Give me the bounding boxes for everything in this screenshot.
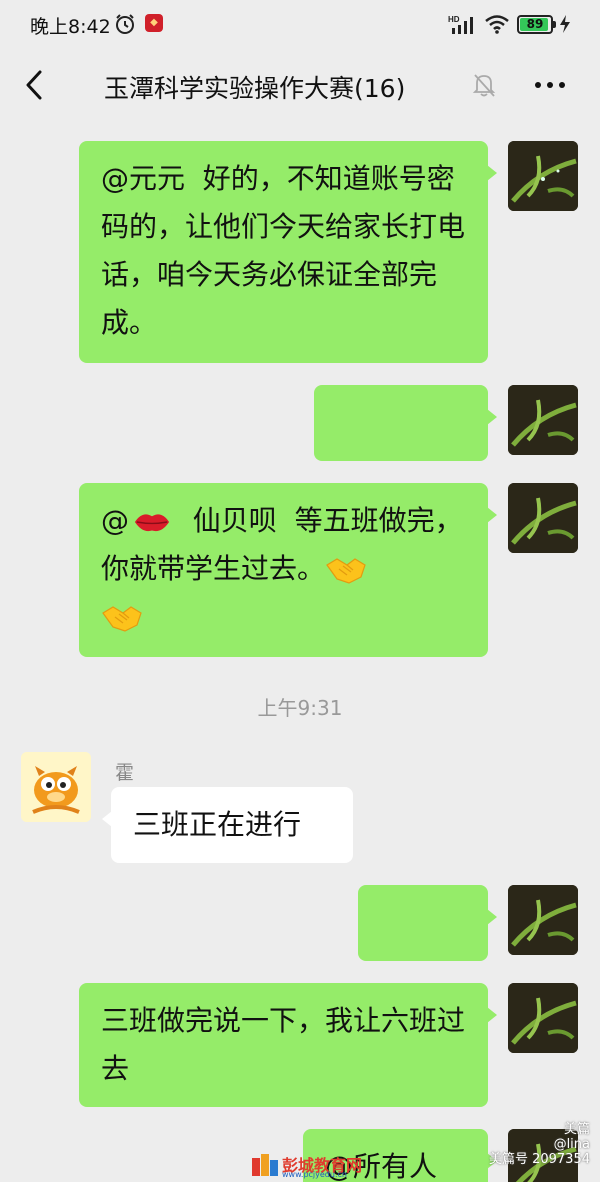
watermark-line: 美篇号 2097354 <box>488 1152 590 1167</box>
message-bubble[interactable] <box>358 885 497 1040</box>
status-time: 晚上8:42 <box>30 16 111 38</box>
charging-icon <box>560 15 570 33</box>
chat-title: 玉潭科学实验操作大赛(16) <box>104 74 406 103</box>
watermark-line: 美篇 <box>563 1122 590 1137</box>
back-button[interactable] <box>18 68 52 102</box>
message-bubble[interactable]: @ 仙贝呗 等五班做完，你就带学生过去。 <box>79 483 497 657</box>
battery-cap <box>553 21 556 28</box>
message-text: @ <box>101 504 129 537</box>
time-divider: 上午9:31 <box>257 696 343 720</box>
battery-indicator: 89 <box>517 15 553 34</box>
chat-header: 玉潭科学实验操作大赛(16) <box>0 50 600 122</box>
bell-off-icon <box>472 74 496 97</box>
watermark-url: www.pcjyedu.cn <box>282 1170 347 1179</box>
self-avatar[interactable] <box>508 983 578 1053</box>
message-bubble[interactable]: 三班正在进行 <box>102 787 353 863</box>
message-bubble[interactable]: @元元 好的，不知道账号密码的，让他们今天给家长打电话，咱今天务必保证全部完成。 <box>79 141 497 363</box>
more-options-button[interactable] <box>530 70 570 100</box>
site-logo-icon <box>252 1154 278 1176</box>
self-avatar[interactable] <box>508 885 578 955</box>
battery-text: 89 <box>526 17 544 31</box>
lips-icon <box>134 514 170 532</box>
wechat-chat-screen: 晚上8:42 ◆ HD 89 玉潭科学实验操作大赛(16) @元元 好的，不知道… <box>0 0 600 1182</box>
alarm-icon <box>116 14 134 34</box>
message-bubble[interactable]: 三班做完说一下，我让六班过去 <box>79 983 497 1107</box>
self-avatar[interactable] <box>508 483 578 553</box>
watermark-line: @lina <box>553 1137 590 1152</box>
network-label: HD <box>448 15 460 24</box>
wifi-icon <box>485 15 509 34</box>
self-avatar[interactable] <box>508 141 578 211</box>
message-bubble[interactable] <box>314 385 497 540</box>
self-avatar[interactable] <box>508 385 578 455</box>
handshake-icon <box>326 558 366 584</box>
app-notification-icon: ◆ <box>145 14 163 32</box>
signal-icon: HD <box>448 15 473 34</box>
sender-avatar[interactable] <box>21 752 91 822</box>
status-bar: 晚上8:42 ◆ HD 89 <box>0 0 600 50</box>
corner-watermark: 美篇 @lina 美篇号 2097354 <box>489 1122 590 1167</box>
handshake-icon <box>102 606 142 632</box>
